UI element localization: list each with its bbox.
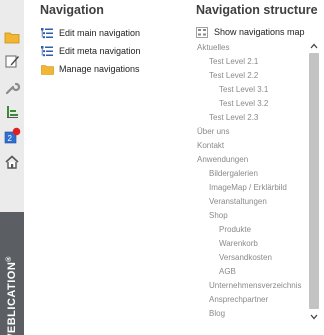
home-tool-button[interactable]: [2, 151, 22, 173]
tree-item[interactable]: Produkte: [219, 224, 251, 235]
tree-item[interactable]: Weblic® TV - DemoShow: [209, 322, 300, 323]
settings-tool-button[interactable]: [2, 77, 22, 99]
weblication-logo: WEBLICATION®: [6, 256, 18, 335]
tree-list-icon: [40, 27, 54, 39]
left-toolbar: 2 WEBLICATION®: [0, 0, 24, 335]
scroll-down-button[interactable]: [307, 311, 321, 323]
navigation-structure-heading: Navigation structure: [196, 3, 318, 17]
chevron-down-icon: [310, 314, 318, 320]
tree-item[interactable]: Bildergalerien: [209, 168, 258, 179]
tree-item[interactable]: AGB: [219, 266, 236, 277]
edit-main-navigation-link[interactable]: Edit main navigation: [40, 25, 140, 41]
tree-item[interactable]: Versandkosten: [219, 252, 272, 263]
tree-item[interactable]: Test Level 2.3: [209, 112, 258, 123]
navigation-heading: Navigation: [40, 3, 104, 17]
tree-item[interactable]: Anwendungen: [197, 154, 248, 165]
tree-item[interactable]: Blog: [209, 308, 225, 319]
tree-item[interactable]: Über uns: [197, 126, 229, 137]
manage-navigations-label: Manage navigations: [59, 64, 140, 74]
brand-registered-mark: ®: [6, 256, 13, 262]
calendar-tool-button[interactable]: 2: [2, 125, 22, 147]
edit-meta-navigation-label: Edit meta navigation: [59, 46, 141, 56]
tree-item[interactable]: Kontakt: [197, 140, 224, 151]
navigation-tree: Aktuelles Test Level 2.1 Test Level 2.2 Tes…: [195, 40, 307, 323]
brand-name: WEBLICATION: [6, 261, 18, 335]
tree-item[interactable]: Test Level 2.1: [209, 56, 258, 67]
chart-icon: [7, 106, 18, 118]
tree-item[interactable]: Aktuelles: [197, 42, 229, 53]
folder-icon: [4, 32, 20, 44]
tree-list-icon: [40, 45, 54, 57]
tree-item[interactable]: Warenkorb: [219, 238, 258, 249]
tree-item[interactable]: Shop: [209, 210, 228, 221]
edit-icon: [5, 55, 19, 68]
manage-navigations-link[interactable]: Manage navigations: [40, 61, 140, 77]
map-icon: [196, 26, 208, 38]
edit-tool-button[interactable]: [2, 50, 22, 72]
statistics-tool-button[interactable]: [2, 101, 22, 123]
tree-item[interactable]: Veranstaltungen: [209, 196, 267, 207]
scroll-up-button[interactable]: [307, 40, 321, 52]
show-navigations-map-link[interactable]: Show navigations map: [196, 25, 305, 39]
tree-item[interactable]: Test Level 3.2: [219, 98, 268, 109]
tree-scrollbar[interactable]: [307, 40, 321, 323]
scroll-thumb[interactable]: [309, 53, 319, 309]
folder-tool-button[interactable]: [2, 26, 22, 48]
tree-item[interactable]: Unternehmensverzeichnis: [209, 280, 302, 291]
svg-text:2: 2: [8, 134, 13, 143]
folder-icon: [40, 63, 54, 75]
home-icon: [5, 155, 19, 169]
tree-item[interactable]: ImageMap / Erklärbild: [209, 182, 287, 193]
edit-meta-navigation-link[interactable]: Edit meta navigation: [40, 43, 141, 59]
edit-main-navigation-label: Edit main navigation: [59, 28, 141, 38]
show-navigations-map-label: Show navigations map: [214, 27, 305, 37]
tree-item[interactable]: Test Level 2.2: [209, 70, 258, 81]
wrench-icon: [5, 82, 20, 95]
chevron-up-icon: [310, 43, 318, 49]
calendar-notification-icon: 2: [4, 127, 21, 144]
tree-item[interactable]: Test Level 3.1: [219, 84, 268, 95]
tree-item[interactable]: Ansprechpartner: [209, 294, 268, 305]
